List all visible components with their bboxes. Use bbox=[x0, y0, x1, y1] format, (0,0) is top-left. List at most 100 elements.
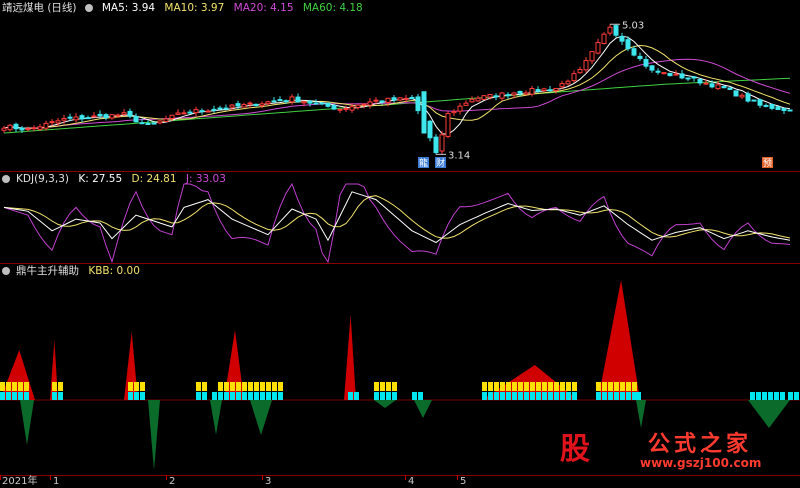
yellow-signal-block bbox=[392, 382, 397, 391]
candle-body bbox=[373, 99, 379, 102]
cyan-signal-block bbox=[500, 392, 505, 400]
yellow-signal-block bbox=[488, 382, 493, 391]
candle-body bbox=[319, 102, 325, 105]
cyan-signal-block bbox=[412, 392, 417, 400]
yellow-signal-block bbox=[224, 382, 229, 391]
candle-body bbox=[253, 103, 259, 107]
yellow-signal-block bbox=[560, 382, 565, 391]
candle-body bbox=[115, 114, 121, 117]
candle-body bbox=[517, 90, 523, 94]
cyan-signal-block bbox=[348, 392, 353, 400]
yellow-signal-block bbox=[386, 382, 391, 391]
candle-body bbox=[427, 120, 433, 139]
candle-body bbox=[361, 103, 367, 106]
candle-body bbox=[589, 51, 595, 62]
x-label-month-1: 1 bbox=[53, 476, 60, 487]
cyan-signal-block bbox=[548, 392, 553, 400]
candle-body bbox=[331, 104, 337, 110]
candle-body bbox=[109, 114, 115, 119]
cyan-signal-block bbox=[524, 392, 529, 400]
candle-body bbox=[313, 102, 319, 105]
x-tick bbox=[0, 475, 1, 480]
candle-body bbox=[391, 97, 397, 101]
candle-body bbox=[505, 94, 511, 97]
cyan-signal-block bbox=[596, 392, 601, 400]
cyan-signal-block bbox=[230, 392, 235, 400]
candle-body bbox=[601, 33, 607, 44]
candle-body bbox=[709, 83, 715, 88]
candle-body bbox=[349, 106, 355, 111]
ma20-line bbox=[3, 58, 791, 129]
candle-body bbox=[487, 93, 493, 98]
candle-body bbox=[271, 100, 277, 103]
yellow-signal-block bbox=[260, 382, 265, 391]
candle-body bbox=[7, 124, 13, 131]
low-price-label: 3.14 bbox=[448, 150, 470, 161]
candle-body bbox=[787, 109, 793, 112]
green-area-trough bbox=[210, 400, 222, 435]
yellow-signal-block bbox=[58, 382, 63, 391]
kdj-chart bbox=[3, 182, 791, 263]
cyan-signal-block bbox=[128, 392, 133, 400]
candle-body bbox=[277, 99, 283, 102]
candle-body bbox=[25, 128, 31, 131]
yellow-signal-block bbox=[494, 382, 499, 391]
yellow-signal-block bbox=[608, 382, 613, 391]
yellow-signal-block bbox=[12, 382, 17, 391]
cyan-signal-block bbox=[756, 392, 761, 400]
cyan-signal-block bbox=[566, 392, 571, 400]
candle-body bbox=[163, 118, 169, 122]
cyan-signal-block bbox=[536, 392, 541, 400]
candle-body bbox=[19, 127, 25, 131]
yellow-signal-block bbox=[6, 382, 11, 391]
yellow-signal-block bbox=[530, 382, 535, 391]
cyan-signal-block bbox=[626, 392, 631, 400]
cyan-signal-block bbox=[554, 392, 559, 400]
candle-body bbox=[325, 102, 331, 107]
kdj-k-line bbox=[3, 191, 791, 244]
cyan-signal-block bbox=[52, 392, 57, 400]
x-tick bbox=[405, 475, 406, 480]
yellow-signal-block bbox=[380, 382, 385, 391]
candle-body bbox=[265, 101, 271, 105]
yellow-signal-block bbox=[542, 382, 547, 391]
yellow-signal-block bbox=[620, 382, 625, 391]
candle-body bbox=[37, 126, 43, 130]
candle-body bbox=[85, 117, 91, 120]
cyan-signal-block bbox=[24, 392, 29, 400]
x-axis: 2021年 1 2 3 4 5 bbox=[0, 475, 800, 488]
candle-body bbox=[469, 98, 475, 103]
kdj-d-line bbox=[3, 195, 791, 239]
candle-body bbox=[451, 111, 457, 114]
candle-body bbox=[457, 105, 463, 112]
cyan-signal-block bbox=[530, 392, 535, 400]
cyan-signal-block bbox=[354, 392, 359, 400]
candle-body bbox=[565, 80, 571, 85]
x-label-month-3: 3 bbox=[265, 476, 272, 487]
red-area-peak bbox=[0, 350, 35, 400]
candle-body bbox=[307, 100, 313, 104]
candle-body bbox=[157, 120, 163, 124]
yellow-signal-block bbox=[632, 382, 637, 391]
candle-body bbox=[721, 86, 727, 89]
kdj-j-line bbox=[3, 182, 791, 263]
candle-body bbox=[763, 104, 769, 107]
candle-body bbox=[283, 100, 289, 103]
candle-body bbox=[553, 87, 559, 91]
candle-body bbox=[1, 127, 7, 131]
yellow-signal-block bbox=[596, 382, 601, 391]
candle-body bbox=[61, 117, 67, 121]
yellow-signal-block bbox=[230, 382, 235, 391]
cyan-signal-block bbox=[512, 392, 517, 400]
cyan-signal-block bbox=[236, 392, 241, 400]
candle-body bbox=[769, 103, 775, 109]
yellow-signal-block bbox=[572, 382, 577, 391]
candle-body bbox=[643, 59, 649, 67]
yellow-signal-block bbox=[196, 382, 201, 391]
candle-body bbox=[301, 101, 307, 104]
cyan-signal-block bbox=[506, 392, 511, 400]
candle-body bbox=[79, 115, 85, 120]
candle-body bbox=[733, 90, 739, 97]
cyan-signal-block bbox=[560, 392, 565, 400]
candle-body bbox=[607, 26, 613, 34]
